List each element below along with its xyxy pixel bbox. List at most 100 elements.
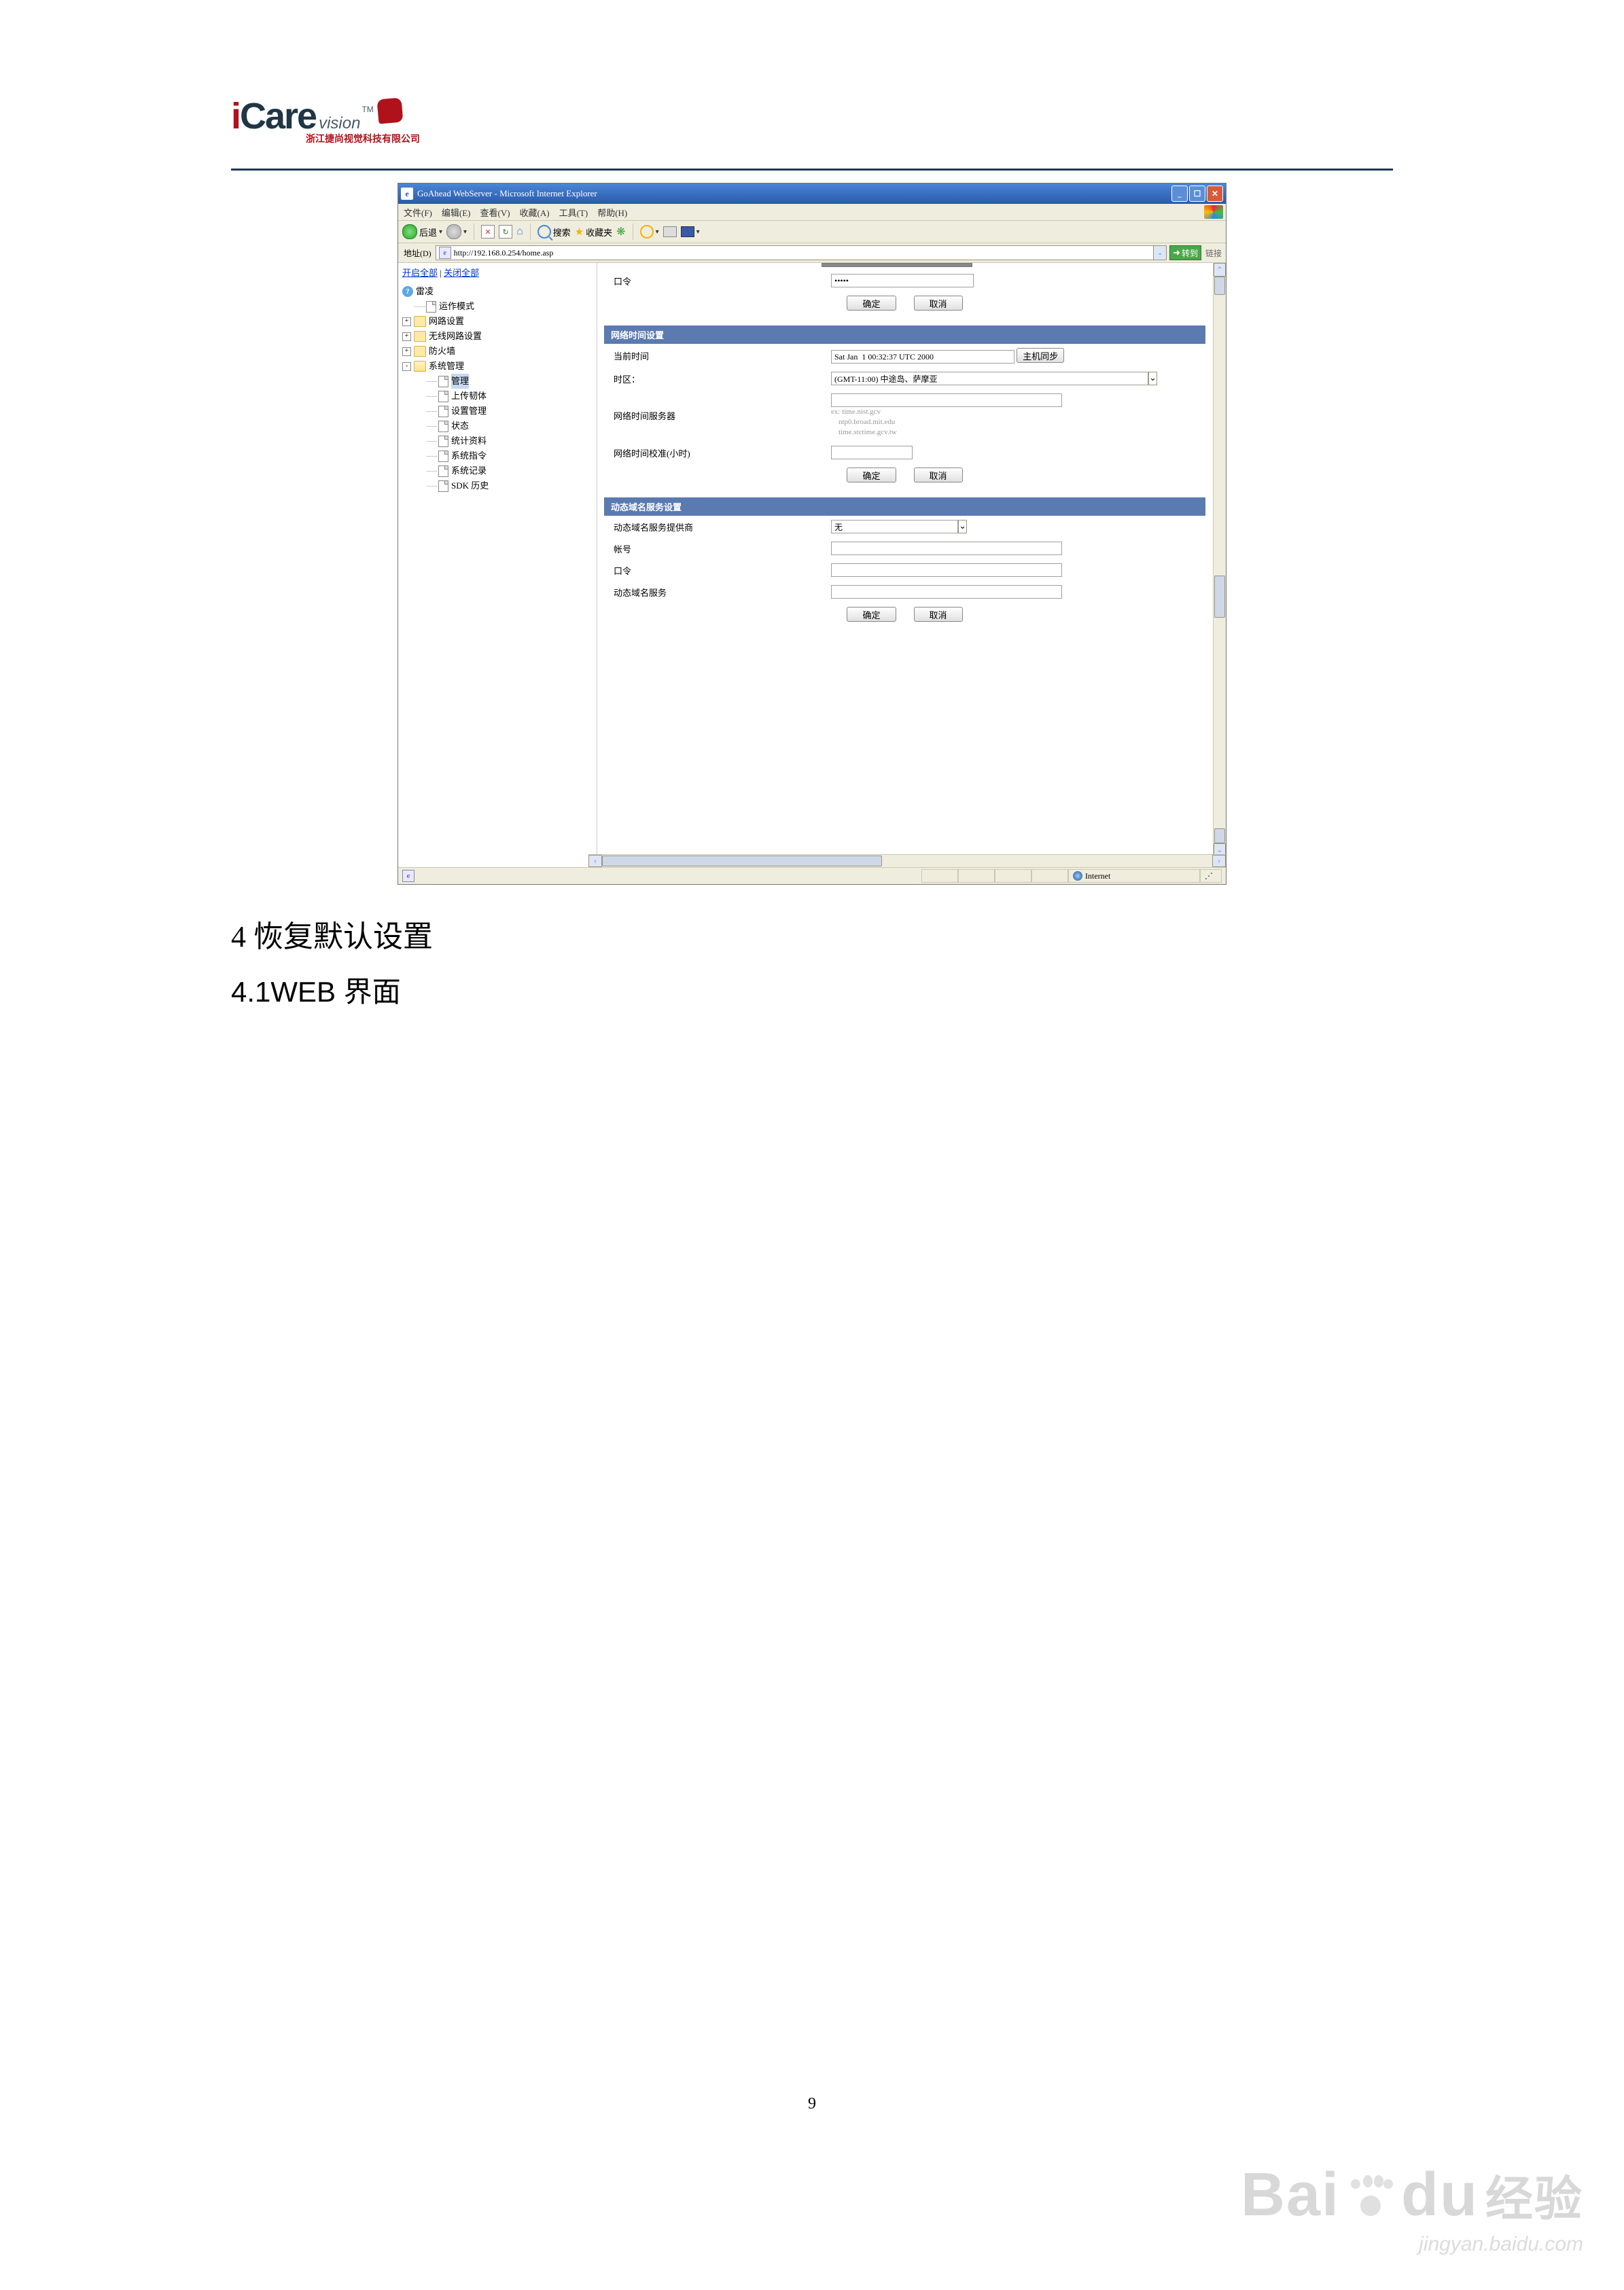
tree-item[interactable]: 状态 (402, 419, 593, 434)
back-button[interactable]: 后退 ▾ (402, 224, 442, 239)
page-icon (438, 406, 448, 417)
scroll-right-button[interactable]: › (1212, 855, 1226, 867)
maximize-button[interactable]: ☐ (1189, 186, 1205, 202)
tree-item-label: 网路设置 (429, 314, 464, 329)
ddns-ok-button[interactable]: 确定 (847, 607, 896, 622)
paw-icon (1347, 2175, 1394, 2216)
ddns-section-header: 动态域名服务设置 (604, 497, 1205, 516)
tree-item-label: 系统记录 (451, 463, 487, 478)
close-all-link[interactable]: 关闭全部 (444, 268, 479, 278)
time-calibrate-label: 网络时间校准(小时) (604, 442, 824, 463)
tree-item[interactable]: + 网路设置 (402, 314, 593, 329)
tree-item[interactable]: 管理 (402, 374, 593, 389)
brand-logo: iCare visionTM 浙江捷尚视觉科技有限公司 (231, 95, 1393, 156)
favorites-button[interactable]: ★收藏夹 (575, 226, 612, 239)
ie-window: e GoAhead WebServer - Microsoft Internet… (398, 183, 1226, 885)
ddns-cancel-button[interactable]: 取消 (914, 607, 963, 622)
tree-item-label: 系统指令 (451, 448, 487, 463)
home-button[interactable]: ⌂ (516, 226, 523, 238)
ntp-input[interactable] (831, 393, 1062, 407)
tree-item[interactable]: ?雷凌 (402, 284, 593, 299)
menu-view[interactable]: 查看(V) (480, 206, 510, 219)
ddns-account-label: 帐号 (604, 538, 824, 559)
time-cancel-button[interactable]: 取消 (914, 468, 963, 482)
tree-item[interactable]: 运作模式 (402, 299, 593, 314)
page-number: 9 (0, 2095, 1624, 2113)
ie-icon: e (401, 188, 413, 200)
tree-item-label: 设置管理 (451, 404, 487, 419)
vertical-scrollbar[interactable]: ⌃ ⌄ (1213, 263, 1226, 854)
expand-icon[interactable]: + (402, 332, 411, 341)
password-label: 口令 (604, 270, 824, 292)
current-time-input[interactable] (831, 350, 1014, 364)
page-icon (438, 376, 448, 387)
page-icon (438, 436, 448, 447)
links-label[interactable]: 链接 (1205, 247, 1222, 259)
tree-item-label: 管理 (451, 374, 469, 389)
expand-icon[interactable]: + (402, 317, 411, 326)
ddns-domain-label: 动态域名服务 (604, 581, 824, 603)
menu-favorites[interactable]: 收藏(A) (520, 206, 550, 219)
page-icon (438, 451, 448, 462)
ddns-password-label: 口令 (604, 559, 824, 581)
scroll-up-button[interactable]: ⌃ (1214, 263, 1226, 277)
tree-item-label: 系统管理 (429, 359, 464, 374)
ddns-provider-select[interactable] (831, 520, 958, 533)
tree-item[interactable]: 统计资料 (402, 434, 593, 448)
tree-item[interactable]: + 无线网路设置 (402, 329, 593, 344)
search-button[interactable]: 搜索 (537, 225, 571, 239)
time-ok-button[interactable]: 确定 (847, 468, 896, 482)
timezone-dropdown-button[interactable]: ⌄ (1148, 372, 1157, 385)
print-button[interactable] (663, 226, 677, 237)
open-all-link[interactable]: 开启全部 (402, 268, 438, 278)
mail-button[interactable]: ▾ (640, 225, 659, 239)
heading-4: 4 恢复默认设置 (231, 912, 1393, 955)
window-title: GoAhead WebServer - Microsoft Internet E… (417, 188, 597, 199)
ddns-password-input[interactable] (831, 563, 1062, 577)
tree-item-label: 无线网路设置 (429, 329, 482, 344)
menu-edit[interactable]: 编辑(E) (442, 206, 471, 219)
address-input[interactable]: ehttp://192.168.0.254/home.asp (436, 245, 1154, 260)
address-label: 地址(D) (404, 247, 431, 259)
password-ok-button[interactable]: 确定 (847, 296, 896, 311)
tree-item[interactable]: 设置管理 (402, 404, 593, 419)
tree-item-label: 上传韧体 (451, 389, 487, 404)
host-sync-button[interactable]: 主机同步 (1017, 348, 1064, 363)
minimize-button[interactable]: _ (1171, 186, 1188, 202)
password-input[interactable] (831, 274, 974, 287)
menu-help[interactable]: 帮助(H) (597, 206, 627, 219)
ddns-account-input[interactable] (831, 542, 1062, 555)
expand-icon[interactable]: + (402, 347, 411, 356)
refresh-button[interactable]: ↻ (499, 225, 512, 239)
stop-button[interactable]: ✕ (481, 225, 495, 239)
zone-pane: Internet (1068, 869, 1200, 883)
go-button[interactable]: ➜转到 (1169, 245, 1201, 260)
horizontal-scrollbar[interactable]: ‹ › (588, 854, 1226, 867)
main-panel: 口令 确定 取消 网络时间设置 当前时间 (597, 263, 1226, 854)
ddns-provider-dropdown-button[interactable]: ⌄ (958, 520, 967, 533)
menu-file[interactable]: 文件(F) (404, 206, 432, 219)
page-icon (438, 421, 448, 432)
tree-item[interactable]: 上传韧体 (402, 389, 593, 404)
watermark: Bai du 经验 jingyan.baidu.com (1241, 2160, 1583, 2256)
tree-item[interactable]: SDK 历史 (402, 478, 593, 493)
expand-icon[interactable]: - (402, 362, 411, 371)
address-dropdown-button[interactable]: ⌄ (1154, 245, 1167, 260)
tree-item[interactable]: - 系统管理 (402, 359, 593, 374)
current-time-label: 当前时间 (604, 344, 824, 368)
tree-item[interactable]: 系统记录 (402, 463, 593, 478)
ddns-domain-input[interactable] (831, 585, 1062, 599)
menu-tools[interactable]: 工具(T) (559, 206, 588, 219)
forward-button[interactable]: ▾ (446, 224, 467, 239)
scroll-down-button[interactable]: ⌄ (1214, 843, 1226, 854)
close-button[interactable]: ✕ (1207, 186, 1223, 202)
time-calibrate-input[interactable] (831, 446, 913, 459)
tree-item[interactable]: +防火墙 (402, 344, 593, 359)
timezone-select[interactable] (831, 372, 1148, 385)
password-cancel-button[interactable]: 取消 (914, 296, 963, 311)
scroll-left-button[interactable]: ‹ (588, 855, 602, 867)
tool-bar: 后退 ▾ ▾ ✕ ↻ ⌂ 搜索 ★收藏夹 ❋ ▾ ▾ (398, 221, 1226, 243)
history-button[interactable]: ❋ (616, 225, 625, 239)
edit-button[interactable]: ▾ (681, 226, 700, 237)
tree-item[interactable]: 系统指令 (402, 448, 593, 463)
